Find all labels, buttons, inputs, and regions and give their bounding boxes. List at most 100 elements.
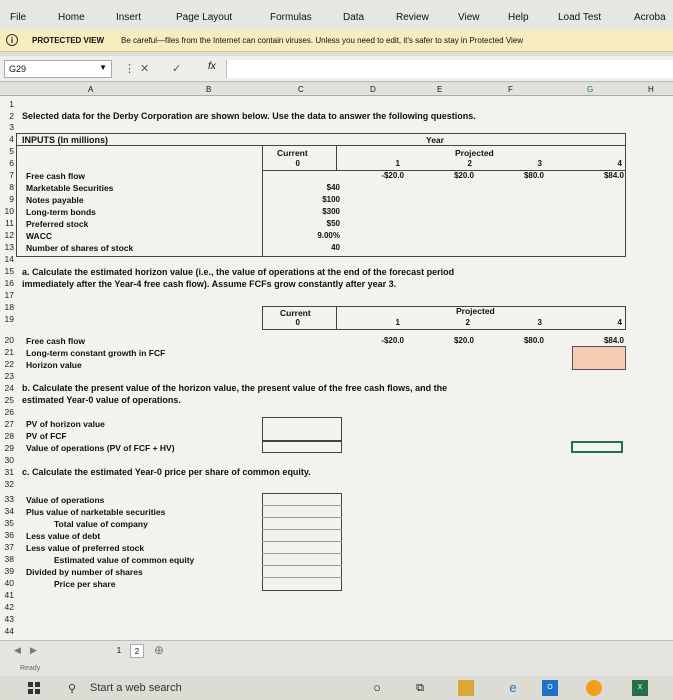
excel-icon[interactable]: X <box>632 680 648 696</box>
row-header[interactable]: 9 <box>2 194 14 204</box>
row-header[interactable]: 41 <box>2 590 14 600</box>
row-header[interactable]: 21 <box>2 347 14 357</box>
answer-cell-growth[interactable] <box>572 346 626 370</box>
tab-data[interactable]: Data <box>343 12 364 23</box>
tab-acrobat[interactable]: Acroba <box>634 12 666 23</box>
row-header[interactable]: 29 <box>2 443 14 453</box>
scroll-right-icon[interactable]: ▶ <box>30 645 37 656</box>
row-header[interactable]: 38 <box>2 554 14 564</box>
row-header[interactable]: 35 <box>2 518 14 528</box>
col-header-b[interactable]: B <box>206 85 211 94</box>
row-header[interactable]: 25 <box>2 395 14 405</box>
row-header[interactable]: 31 <box>2 467 14 477</box>
row-header[interactable]: 1 <box>2 99 14 109</box>
row-header[interactable]: 16 <box>2 278 14 288</box>
row-header[interactable]: 24 <box>2 383 14 393</box>
answer-cell-pv[interactable] <box>262 417 342 441</box>
input-label: WACC <box>26 231 52 241</box>
row-header[interactable]: 27 <box>2 419 14 429</box>
sheet-tab-1[interactable]: 1 <box>112 644 126 658</box>
row-header[interactable]: 8 <box>2 182 14 192</box>
add-sheet-icon[interactable]: ⊕ <box>154 643 164 657</box>
row-header[interactable]: 28 <box>2 431 14 441</box>
selected-cell-g29[interactable] <box>571 441 623 453</box>
row-header[interactable]: 4 <box>2 134 14 144</box>
row-header[interactable]: 43 <box>2 614 14 624</box>
row-header[interactable]: 17 <box>2 290 14 300</box>
row-header[interactable]: 2 <box>2 111 14 121</box>
answer-cell-value-of-operations[interactable] <box>262 441 342 453</box>
scroll-left-icon[interactable]: ◀ <box>14 645 21 656</box>
row-header[interactable]: 40 <box>2 578 14 588</box>
col-header-e[interactable]: E <box>437 85 442 94</box>
cancel-icon[interactable]: ✕ <box>140 62 149 75</box>
chrome-icon[interactable] <box>586 680 602 696</box>
tab-page-layout[interactable]: Page Layout <box>176 12 232 23</box>
row-header[interactable]: 7 <box>2 170 14 180</box>
worksheet[interactable]: A B C D E F G H 1 2 3 4 5 6 7 8 9 10 11 … <box>0 84 673 640</box>
fcf-value: $20.0 <box>453 336 474 345</box>
step-label: Less value of preferred stock <box>26 543 145 553</box>
row-header[interactable]: 12 <box>2 230 14 240</box>
tab-review[interactable]: Review <box>396 12 429 23</box>
row-header[interactable]: 34 <box>2 506 14 516</box>
row-header[interactable]: 15 <box>2 266 14 276</box>
row-header[interactable]: 32 <box>2 479 14 489</box>
row-header[interactable]: 11 <box>2 218 14 228</box>
row-header[interactable]: 6 <box>2 158 14 168</box>
sheet-tab-2[interactable]: 2 <box>130 644 144 658</box>
windows-start-icon[interactable] <box>28 682 40 694</box>
row-header[interactable]: 22 <box>2 359 14 369</box>
col-header-a[interactable]: A <box>88 85 93 94</box>
status-text: Ready <box>20 665 41 672</box>
table-divider <box>262 145 263 257</box>
col-header-g[interactable]: G <box>587 85 593 94</box>
row-header[interactable]: 30 <box>2 455 14 465</box>
cortana-icon[interactable]: ○ <box>369 680 385 696</box>
task-view-icon[interactable]: ⧉ <box>412 680 428 696</box>
question-b-line2: estimated Year-0 value of operations. <box>22 395 181 405</box>
row-header[interactable]: 26 <box>2 407 14 417</box>
row-header[interactable]: 3 <box>2 122 14 132</box>
row-header[interactable]: 14 <box>2 254 14 264</box>
edge-browser-icon[interactable]: e <box>505 680 521 696</box>
tab-load-test[interactable]: Load Test <box>558 12 601 23</box>
enter-icon[interactable]: ✓ <box>172 62 181 75</box>
col-header-h[interactable]: H <box>648 85 654 94</box>
chevron-down-icon[interactable]: ▼ <box>99 63 107 72</box>
insert-function-icon[interactable]: fx <box>208 61 216 72</box>
fcf-value: $84.0 <box>603 336 624 345</box>
tab-home[interactable]: Home <box>58 12 85 23</box>
tab-insert[interactable]: Insert <box>116 12 141 23</box>
tab-formulas[interactable]: Formulas <box>270 12 312 23</box>
tab-help[interactable]: Help <box>508 12 529 23</box>
row-header[interactable]: 36 <box>2 530 14 540</box>
row-header[interactable]: 23 <box>2 371 14 381</box>
row-header[interactable]: 5 <box>2 146 14 156</box>
ribbon-tabs: File Home Insert Page Layout Formulas Da… <box>0 0 673 30</box>
row-header[interactable]: 37 <box>2 542 14 552</box>
row-header[interactable]: 19 <box>2 314 14 324</box>
col-header-d[interactable]: D <box>370 85 376 94</box>
web-search-box[interactable]: ⚲ Start a web search <box>60 680 340 697</box>
row-header[interactable]: 18 <box>2 302 14 312</box>
name-box[interactable]: G29 ▼ <box>4 60 112 78</box>
row-header[interactable]: 42 <box>2 602 14 612</box>
question-a-line1: a. Calculate the estimated horizon value… <box>22 267 455 277</box>
tab-file[interactable]: File <box>10 12 26 23</box>
row-header[interactable]: 13 <box>2 242 14 252</box>
outlook-icon[interactable]: O <box>542 680 558 696</box>
file-explorer-icon[interactable] <box>458 680 474 696</box>
row-header[interactable]: 20 <box>2 335 14 345</box>
row-header[interactable]: 33 <box>2 494 14 504</box>
tab-view[interactable]: View <box>458 12 480 23</box>
period-label: 1 <box>395 318 400 327</box>
row-header[interactable]: 44 <box>2 626 14 636</box>
formula-input[interactable] <box>226 60 673 78</box>
col-header-f[interactable]: F <box>508 85 513 94</box>
col-header-c[interactable]: C <box>298 85 304 94</box>
period-label: 4 <box>617 318 622 327</box>
row-header[interactable]: 10 <box>2 206 14 216</box>
row-header[interactable]: 39 <box>2 566 14 576</box>
formula-bar: G29 ▼ ⋮ ✕ ✓ fx <box>0 56 673 82</box>
